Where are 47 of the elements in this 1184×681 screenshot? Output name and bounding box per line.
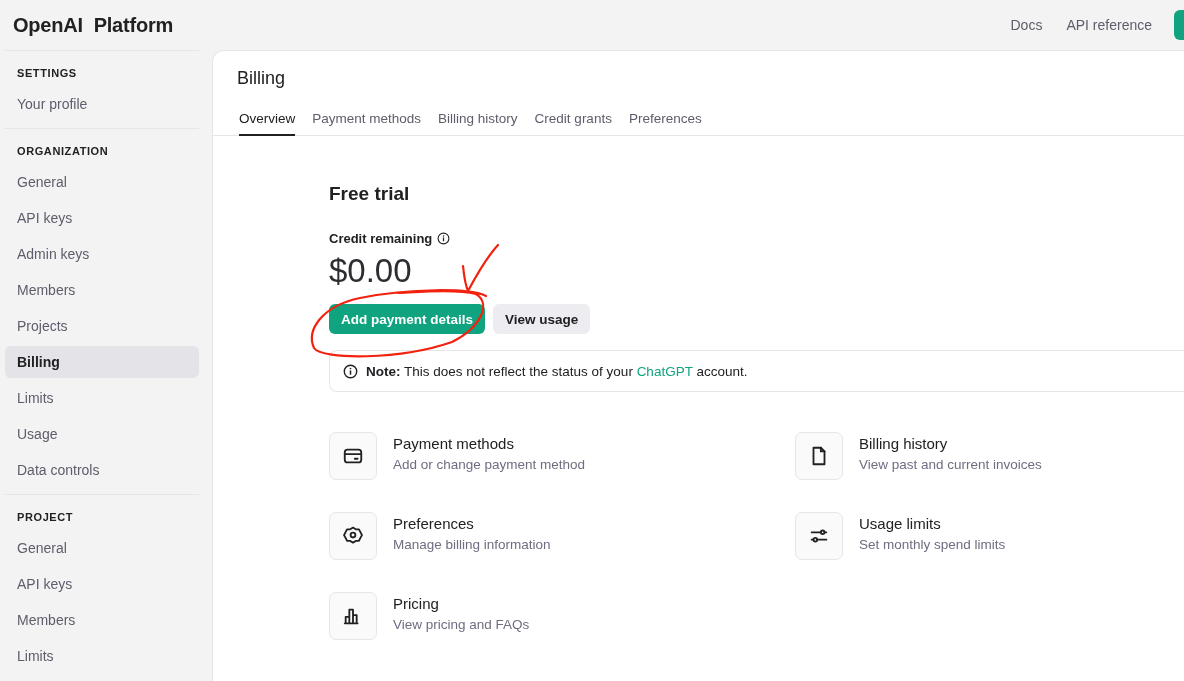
- sidebar-heading: ORGANIZATION: [16, 144, 110, 159]
- link-description: View pricing and FAQs: [393, 617, 530, 632]
- link-description: Set monthly spend limits: [859, 537, 1006, 552]
- header-link[interactable]: Docs: [1010, 17, 1043, 33]
- credit-label: Credit remaining: [329, 231, 433, 246]
- header-button[interactable]: [1174, 10, 1184, 40]
- sidebar-heading: SETTINGS: [16, 66, 78, 81]
- info-icon: [343, 363, 358, 379]
- add-payment-button[interactable]: Add payment details: [329, 304, 486, 334]
- hand-drawn-checkmark-drawing: [461, 243, 500, 293]
- link-description: Add or change payment method: [393, 457, 586, 472]
- header-link[interactable]: API reference: [1066, 17, 1152, 33]
- sidebar-item[interactable]: Members: [5, 274, 199, 306]
- sidebar-heading: PROJECT: [16, 510, 75, 525]
- link-description: Manage billing information: [393, 537, 551, 552]
- tab[interactable]: Credit grants: [534, 111, 612, 136]
- sidebar-item[interactable]: Your profile: [5, 88, 199, 120]
- page-title: Billing: [237, 68, 287, 89]
- sidebar-item[interactable]: General: [5, 532, 199, 564]
- tab[interactable]: Overview: [239, 111, 296, 136]
- sidebar-item[interactable]: Usage: [5, 418, 199, 450]
- link-title[interactable]: Usage limits: [859, 515, 1006, 532]
- sidebar-item[interactable]: Admin keys: [5, 238, 199, 270]
- view-usage-button[interactable]: View usage: [493, 304, 591, 334]
- sidebar-item[interactable]: Limits: [5, 640, 199, 672]
- link-description: View past and current invoices: [859, 457, 1042, 472]
- sidebar-item[interactable]: API keys: [5, 568, 199, 600]
- sidebar-item[interactable]: Limits: [5, 382, 199, 414]
- sidebar-item[interactable]: Billing: [5, 346, 199, 378]
- credit-amount: $0.00: [329, 252, 412, 290]
- app-logo: OpenAI Platform: [13, 13, 174, 37]
- tab[interactable]: Preferences: [628, 111, 702, 136]
- tab[interactable]: Payment methods: [312, 111, 422, 136]
- link-title[interactable]: Preferences: [393, 515, 551, 532]
- sidebar-item[interactable]: Data controls: [5, 454, 199, 486]
- plan-name: Free trial: [329, 183, 411, 205]
- tab[interactable]: Billing history: [438, 111, 518, 136]
- sidebar-item[interactable]: Members: [5, 604, 199, 636]
- link-title[interactable]: Billing history: [859, 435, 1042, 452]
- note-text: Note: This does not reflect the status of your ChatGPT account.: [366, 363, 748, 379]
- chatgpt-link[interactable]: ChatGPT: [636, 363, 693, 379]
- sidebar-item[interactable]: API keys: [5, 202, 199, 234]
- sidebar-item[interactable]: Projects: [5, 310, 199, 342]
- link-title[interactable]: Pricing: [393, 595, 530, 612]
- sidebar-item[interactable]: General: [5, 166, 199, 198]
- info-icon[interactable]: [437, 232, 451, 245]
- link-title[interactable]: Payment methods: [393, 435, 586, 452]
